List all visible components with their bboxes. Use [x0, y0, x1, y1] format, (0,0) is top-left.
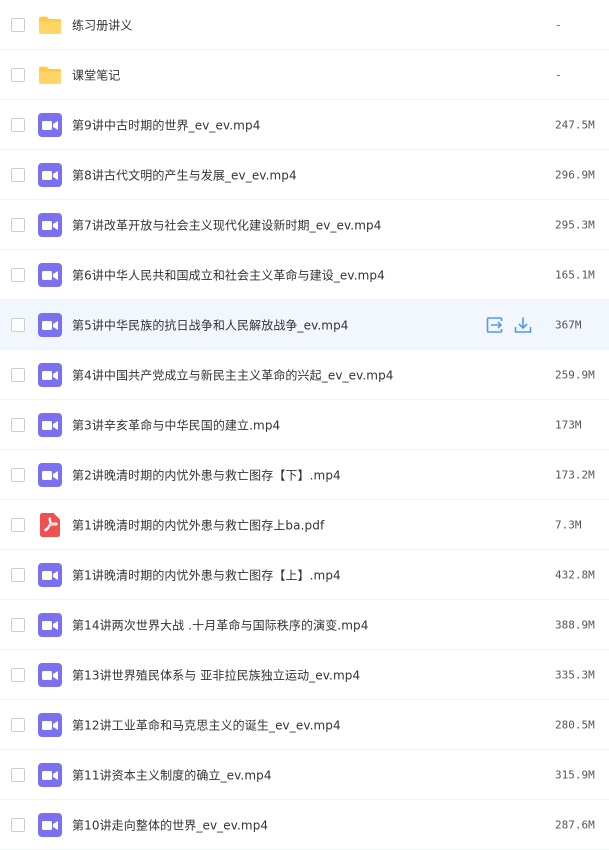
file-row[interactable]: 第12讲工业革命和马克思主义的诞生_ev_ev.mp4 280.5M [0, 700, 609, 750]
file-size: 165.1M [555, 268, 595, 281]
file-name[interactable]: 课堂笔记 [72, 66, 120, 83]
row-checkbox[interactable] [11, 267, 25, 282]
video-file-icon [38, 362, 62, 387]
file-name[interactable]: 练习册讲义 [72, 16, 133, 33]
file-size: - [555, 68, 562, 81]
file-name[interactable]: 第4讲中国共产党成立与新民主主义革命的兴起_ev_ev.mp4 [72, 366, 394, 383]
video-file-icon [38, 312, 62, 337]
file-row[interactable]: 第6讲中华人民共和国成立和社会主义革命与建设_ev.mp4 165.1M [0, 250, 609, 300]
file-size: 173M [555, 418, 582, 431]
file-name[interactable]: 第12讲工业革命和马克思主义的诞生_ev_ev.mp4 [72, 716, 341, 733]
file-name[interactable]: 第10讲走向整体的世界_ev_ev.mp4 [72, 816, 268, 833]
file-name[interactable]: 第8讲古代文明的产生与发展_ev_ev.mp4 [72, 166, 297, 183]
video-file-icon [38, 762, 62, 787]
row-checkbox[interactable] [11, 717, 25, 732]
video-file-icon [38, 562, 62, 587]
row-checkbox[interactable] [11, 667, 25, 682]
file-row[interactable]: 第2讲晚清时期的内忧外患与救亡图存【下】.mp4 173.2M [0, 450, 609, 500]
file-size: 287.6M [555, 818, 595, 831]
video-file-icon [38, 612, 62, 637]
file-name[interactable]: 第1讲晚清时期的内忧外患与救亡图存【上】.mp4 [72, 566, 341, 583]
row-checkbox[interactable] [11, 367, 25, 382]
share-icon[interactable] [486, 316, 504, 334]
row-checkbox[interactable] [11, 567, 25, 582]
file-name[interactable]: 第3讲辛亥革命与中华民国的建立.mp4 [72, 416, 280, 433]
file-row[interactable]: 第8讲古代文明的产生与发展_ev_ev.mp4 296.9M [0, 150, 609, 200]
file-size: 432.8M [555, 568, 595, 581]
row-checkbox[interactable] [11, 417, 25, 432]
file-name[interactable]: 第11讲资本主义制度的确立_ev.mp4 [72, 766, 272, 783]
file-size: 295.3M [555, 218, 595, 231]
file-size: 247.5M [555, 118, 595, 131]
row-checkbox[interactable] [11, 117, 25, 132]
folder-icon [38, 13, 62, 37]
row-actions [486, 316, 532, 334]
file-name[interactable]: 第9讲中古时期的世界_ev_ev.mp4 [72, 116, 260, 133]
folder-icon [38, 63, 62, 87]
video-file-icon [38, 112, 62, 137]
file-name[interactable]: 第13讲世界殖民体系与 亚非拉民族独立运动_ev.mp4 [72, 666, 360, 683]
file-size: 296.9M [555, 168, 595, 181]
file-size: 335.3M [555, 668, 595, 681]
file-size: 280.5M [555, 718, 595, 731]
row-checkbox[interactable] [11, 17, 25, 32]
file-name[interactable]: 第6讲中华人民共和国成立和社会主义革命与建设_ev.mp4 [72, 266, 385, 283]
video-file-icon [38, 212, 62, 237]
download-icon[interactable] [514, 316, 532, 334]
row-checkbox[interactable] [11, 767, 25, 782]
file-name[interactable]: 第7讲改革开放与社会主义现代化建设新时期_ev_ev.mp4 [72, 216, 381, 233]
file-row[interactable]: 第11讲资本主义制度的确立_ev.mp4 315.9M [0, 750, 609, 800]
file-row[interactable]: 第1讲晚清时期的内忧外患与救亡图存【上】.mp4 432.8M [0, 550, 609, 600]
row-checkbox[interactable] [11, 467, 25, 482]
file-row[interactable]: 第10讲走向整体的世界_ev_ev.mp4 287.6M [0, 800, 609, 850]
file-row[interactable]: 第14讲两次世界大战 .十月革命与国际秩序的演变.mp4 388.9M [0, 600, 609, 650]
video-file-icon [38, 462, 62, 487]
file-row[interactable]: 第1讲晚清时期的内忧外患与救亡图存上ba.pdf 7.3M [0, 500, 609, 550]
file-size: 315.9M [555, 768, 595, 781]
video-file-icon [38, 662, 62, 687]
file-row[interactable]: 第5讲中华民族的抗日战争和人民解放战争_ev.mp4 367M [0, 300, 609, 350]
row-checkbox[interactable] [11, 317, 25, 332]
row-checkbox[interactable] [11, 217, 25, 232]
row-checkbox[interactable] [11, 517, 25, 532]
file-name[interactable]: 第14讲两次世界大战 .十月革命与国际秩序的演变.mp4 [72, 616, 368, 633]
folder-row[interactable]: 练习册讲义 - [0, 0, 609, 50]
file-size: 7.3M [555, 518, 582, 531]
video-file-icon [38, 412, 62, 437]
video-file-icon [38, 812, 62, 837]
file-row[interactable]: 第13讲世界殖民体系与 亚非拉民族独立运动_ev.mp4 335.3M [0, 650, 609, 700]
file-size: 388.9M [555, 618, 595, 631]
file-size: - [555, 18, 562, 31]
file-list: 练习册讲义 - 课堂笔记 - 第9讲中古时期的世界_ev_ev.mp4 247.5M 第8讲… [0, 0, 609, 850]
file-name[interactable]: 第5讲中华民族的抗日战争和人民解放战争_ev.mp4 [72, 316, 349, 333]
file-name[interactable]: 第2讲晚清时期的内忧外患与救亡图存【下】.mp4 [72, 466, 341, 483]
pdf-file-icon [38, 512, 62, 537]
row-checkbox[interactable] [11, 67, 25, 82]
file-size: 367M [555, 318, 582, 331]
file-size: 173.2M [555, 468, 595, 481]
folder-row[interactable]: 课堂笔记 - [0, 50, 609, 100]
video-file-icon [38, 162, 62, 187]
file-size: 259.9M [555, 368, 595, 381]
file-row[interactable]: 第4讲中国共产党成立与新民主主义革命的兴起_ev_ev.mp4 259.9M [0, 350, 609, 400]
file-row[interactable]: 第9讲中古时期的世界_ev_ev.mp4 247.5M [0, 100, 609, 150]
file-row[interactable]: 第3讲辛亥革命与中华民国的建立.mp4 173M [0, 400, 609, 450]
file-name[interactable]: 第1讲晚清时期的内忧外患与救亡图存上ba.pdf [72, 516, 324, 533]
video-file-icon [38, 262, 62, 287]
row-checkbox[interactable] [11, 167, 25, 182]
row-checkbox[interactable] [11, 817, 25, 832]
video-file-icon [38, 712, 62, 737]
row-checkbox[interactable] [11, 617, 25, 632]
file-row[interactable]: 第7讲改革开放与社会主义现代化建设新时期_ev_ev.mp4 295.3M [0, 200, 609, 250]
